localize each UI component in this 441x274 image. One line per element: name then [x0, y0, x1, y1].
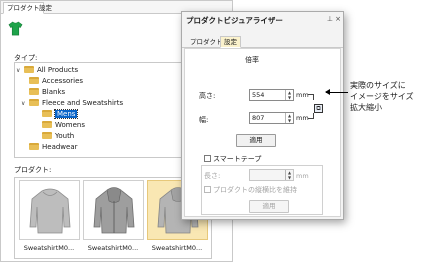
length-label: 長さ: [204, 172, 221, 180]
pin-icon[interactable]: ⊥ [327, 15, 333, 23]
smart-tape-checkbox[interactable] [204, 155, 211, 162]
sweatshirt-zip-image [93, 187, 135, 234]
spin-arrows-icon[interactable]: ▲ ▼ [285, 113, 293, 123]
tree-item-headwear[interactable]: Headwear [29, 142, 78, 153]
tree-item-accessories[interactable]: Accessories [29, 76, 83, 87]
product-label: SweatshirtM0... [23, 244, 75, 252]
spin-arrows-icon[interactable]: ▲ ▼ [285, 170, 293, 180]
product-label: SweatshirtM0... [87, 244, 139, 252]
visualizer-tabbar: プロダクト 設定 [182, 36, 343, 48]
height-value[interactable]: 554 [252, 91, 264, 99]
folder-icon [29, 99, 39, 106]
sweatshirt-pullover-image [29, 188, 71, 234]
callout-arrow-icon [325, 89, 348, 95]
folder-icon [24, 66, 34, 73]
tree-item-youth[interactable]: Youth [42, 131, 74, 142]
width-unit: mm [296, 114, 309, 122]
products-label: プロダクト: [14, 166, 52, 174]
close-icon[interactable]: × [335, 15, 341, 23]
tree-item-mens[interactable]: Mens [42, 109, 79, 120]
apply-button[interactable]: 適用 [236, 134, 276, 147]
height-stepper[interactable]: 554 ▲ ▼ [249, 89, 294, 101]
keep-ratio-label: プロダクトの縦横比を維持 [213, 186, 297, 194]
width-stepper[interactable]: 807 ▲ ▼ [249, 112, 294, 124]
tshirt-icon[interactable] [8, 21, 23, 36]
folder-icon [29, 77, 39, 84]
height-label: 高さ: [199, 92, 216, 100]
height-unit: mm [296, 91, 309, 99]
tree-item-fleece[interactable]: ∨ Fleece and Sweatshirts [21, 98, 123, 109]
keep-ratio-checkbox[interactable] [204, 186, 211, 193]
chevron-down-icon[interactable]: ∨ [21, 98, 29, 109]
aspect-lock-icon[interactable]: ⧉ [314, 104, 323, 113]
scale-heading: 倍率 [245, 56, 259, 64]
tree-item-womens[interactable]: Womens [42, 120, 85, 131]
tab-settings[interactable]: 設定 [220, 36, 241, 48]
product-visualizer-panel: プロダクトビジュアライザー ⊥ × プロダクト 設定 倍率 高さ: 554 ▲ ▼… [181, 11, 344, 220]
tab-settings[interactable]: 設定 [35, 2, 56, 14]
folder-icon [29, 143, 39, 150]
callout-line: 拡大縮小 [350, 103, 382, 112]
folder-icon [42, 132, 52, 139]
length-stepper[interactable]: ▲ ▼ [249, 169, 294, 181]
chevron-down-icon[interactable]: ∨ [16, 65, 24, 76]
product-card[interactable] [83, 180, 144, 240]
callout-line: イメージをサイズ [350, 92, 414, 101]
product-card[interactable] [19, 180, 80, 240]
folder-icon [42, 110, 52, 117]
smart-tape-label: スマートテープ [213, 155, 262, 163]
product-label: SweatshirtM0... [151, 244, 203, 252]
apply-button-disabled[interactable]: 適用 [249, 200, 289, 213]
spin-arrows-icon[interactable]: ▲ ▼ [285, 90, 293, 100]
tree-item-blanks[interactable]: Blanks [29, 87, 65, 98]
settings-content: 倍率 高さ: 554 ▲ ▼ mm 幅: 807 ▲ ▼ mm ⧉ 適用 スマートテ… [184, 48, 341, 217]
folder-icon [42, 121, 52, 128]
folder-icon [29, 88, 39, 95]
length-unit: mm [296, 172, 309, 180]
width-value[interactable]: 807 [252, 114, 264, 122]
width-label: 幅: [199, 116, 209, 124]
panel-title[interactable]: プロダクトビジュアライザー [182, 12, 343, 29]
callout-line: 実際のサイズに [350, 81, 406, 90]
link-bracket-bottom [308, 113, 314, 119]
category-tree: ∨ All Products Accessories Blanks ∨ Fleece… [14, 62, 184, 158]
tree-item-all-products[interactable]: ∨ All Products [16, 65, 78, 76]
callout-note: 実際のサイズに イメージをサイズ 拡大縮小 [350, 80, 440, 113]
link-bracket-top [308, 94, 314, 100]
